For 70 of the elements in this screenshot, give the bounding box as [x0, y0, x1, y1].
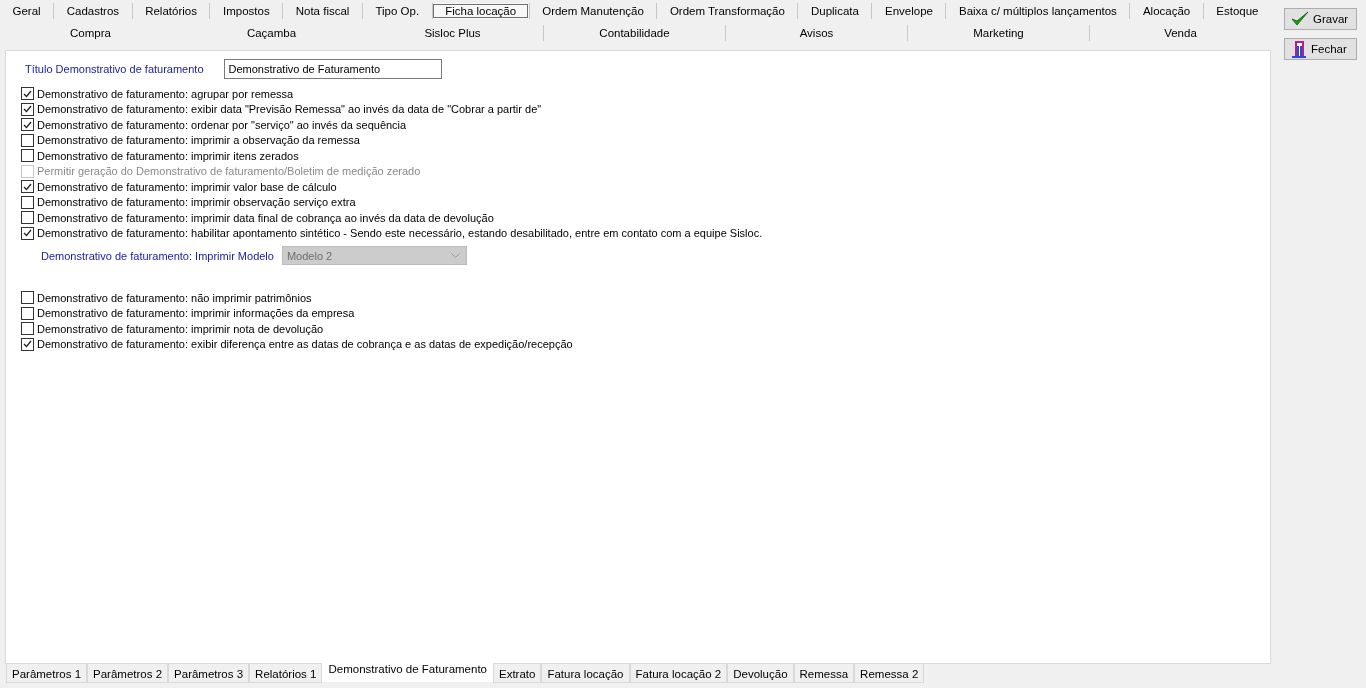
tab[interactable]: Avisos — [725, 25, 907, 41]
checkbox[interactable] — [21, 87, 34, 101]
checkbox-label: Demonstrativo de faturamento: habilitar apontamento sintético - Sendo este necessário, estando desabilitado, entre em contato com a equipe Sisloc. — [37, 227, 763, 240]
checkbox-label: Demonstrativo de faturamento: exibir diferença entre as datas de cobrança e as datas de expedição/recepção — [37, 338, 573, 351]
tab[interactable]: Ordem Transformação — [656, 3, 798, 19]
input-field[interactable]: Demonstrativo de Faturamento — [223, 59, 442, 79]
check-mark-icon — [23, 182, 32, 191]
tab[interactable]: Baixa c/ múltiplos lançamentos — [945, 3, 1130, 19]
checkbox[interactable] — [21, 118, 34, 132]
checkbox[interactable] — [21, 306, 34, 320]
tab[interactable]: Relatórios 1 — [249, 664, 323, 683]
checkbox[interactable] — [21, 226, 34, 240]
checkbox-label: Demonstrativo de faturamento: imprimir valor base de cálculo — [37, 180, 337, 193]
tab[interactable]: Ficha locação — [431, 3, 529, 19]
tab[interactable]: Compra — [0, 25, 181, 41]
checkbox-label: Demonstrativo de faturamento: ordenar por "serviço" ao invés da sequência — [37, 118, 407, 131]
tab[interactable]: Estoque — [1202, 3, 1271, 19]
tab[interactable]: Sisloc Plus — [362, 25, 543, 41]
tab[interactable]: Nota fiscal — [282, 3, 362, 19]
checkbox[interactable] — [21, 211, 34, 225]
checkbox-label: Demonstrativo de faturamento: não imprimir patrimônios — [37, 291, 312, 304]
tab[interactable]: Alocação — [1129, 3, 1203, 19]
close-button[interactable]: Fechar — [1284, 38, 1357, 60]
tab[interactable]: Geral — [0, 3, 54, 19]
tab[interactable]: Fatura locação — [541, 664, 630, 683]
tab[interactable]: Impostos — [209, 3, 283, 19]
checkbox[interactable] — [21, 180, 34, 194]
tab[interactable]: Demonstrativo de Faturamento — [322, 662, 493, 682]
save-button[interactable]: Gravar — [1284, 8, 1357, 30]
tab[interactable]: Envelope — [871, 3, 946, 19]
checkbox[interactable] — [21, 337, 34, 351]
tab[interactable]: Parâmetros 3 — [168, 664, 250, 683]
checkbox[interactable] — [21, 322, 34, 336]
tab[interactable]: Ordem Manutenção — [528, 3, 657, 19]
tab[interactable]: Tipo Op. — [361, 3, 432, 19]
door-exit-icon — [1291, 40, 1307, 58]
check-mark-icon — [23, 229, 32, 238]
tab[interactable]: Caçamba — [181, 25, 362, 41]
tab[interactable]: Marketing — [907, 25, 1089, 41]
checkbox[interactable] — [21, 149, 34, 163]
tab[interactable]: Duplicata — [797, 3, 872, 19]
tab[interactable]: Relatórios — [131, 3, 210, 19]
checkbox[interactable] — [21, 291, 34, 305]
field-label: Demonstrativo de faturamento: Imprimir Modelo — [41, 249, 274, 262]
checkbox[interactable] — [21, 133, 34, 147]
tab[interactable]: Devolução — [727, 664, 794, 683]
checkbox-label: Demonstrativo de faturamento: imprimir informações da empresa — [37, 307, 355, 320]
checkbox-label: Demonstrativo de faturamento: imprimir observação serviço extra — [37, 196, 356, 209]
checkbox[interactable] — [21, 102, 34, 116]
checkmark-icon — [1291, 11, 1309, 27]
checkbox-label: Demonstrativo de faturamento: imprimir itens zerados — [37, 149, 299, 162]
tab[interactable]: Remessa 2 — [854, 664, 925, 683]
checkbox[interactable] — [21, 195, 34, 209]
chevron-down-icon — [450, 253, 460, 258]
tab[interactable]: Parâmetros 1 — [6, 664, 88, 683]
tab[interactable]: Parâmetros 2 — [87, 664, 169, 683]
checkbox-label: Demonstrativo de faturamento: imprimir nota de devolução — [37, 322, 324, 335]
check-mark-icon — [23, 340, 32, 349]
checkbox-label: Demonstrativo de faturamento: imprimir data final de cobrança ao invés da data de devolução — [37, 211, 494, 224]
tab[interactable]: Venda — [1089, 25, 1271, 41]
checkbox-label: Demonstrativo de faturamento: imprimir a observação da remessa — [37, 134, 360, 147]
field-label: Título Demonstrativo de faturamento — [25, 63, 204, 75]
tab[interactable]: Cadastros — [53, 3, 132, 19]
checkbox-label: Demonstrativo de faturamento: exibir data "Previsão Remessa" ao invés da data de "Cobrar a partir de" — [37, 103, 542, 116]
tab[interactable]: Remessa — [793, 664, 855, 683]
tab[interactable]: Extrato — [493, 664, 542, 683]
checkbox-label: Demonstrativo de faturamento: agrupar por remessa — [37, 87, 294, 100]
checkbox-label: Permitir geração do Demonstrativo de faturamento/Boletim de medição zerado — [37, 165, 421, 178]
tab[interactable]: Fatura locação 2 — [629, 664, 728, 683]
tab[interactable]: Contabilidade — [543, 25, 725, 41]
